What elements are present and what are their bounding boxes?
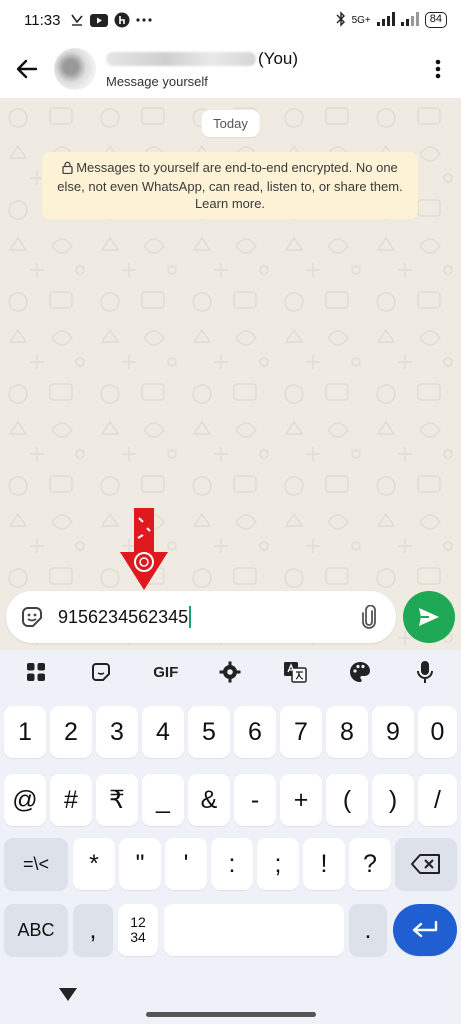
lock-icon [62,161,73,178]
enter-key[interactable] [393,904,457,956]
youtube-icon [90,13,109,27]
translate-button[interactable] [273,654,317,690]
sticker-icon [22,607,42,627]
gif-button[interactable]: GIF [144,654,188,690]
paperclip-icon [362,605,376,629]
hide-keyboard-button[interactable] [58,986,78,1007]
annotation-arrow-down-icon [120,508,168,590]
backspace-key[interactable] [395,838,457,890]
key-plus[interactable]: + [280,774,322,826]
symbols-shift-key[interactable]: =\< [4,838,68,890]
backspace-icon [411,854,440,874]
sticker-keyboard-button[interactable] [79,654,123,690]
sticker-button[interactable] [18,603,46,631]
status-right-icons: 5G+ 84 [336,10,447,30]
apps-grid-button[interactable] [14,654,58,690]
grid-icon [27,663,46,681]
network-label: 5G+ [351,14,371,26]
key-single-quote[interactable]: ' [165,838,207,890]
space-key[interactable] [164,904,344,956]
sticker-icon [92,663,111,681]
key-open-paren[interactable]: ( [326,774,368,826]
send-icon [419,608,439,626]
key-exclamation[interactable]: ! [303,838,345,890]
key-4[interactable]: 4 [142,706,184,758]
key-ampersand[interactable]: & [188,774,230,826]
key-rupee[interactable]: ₹ [96,774,138,826]
key-1[interactable]: 1 [4,706,46,758]
missed-call-icon [70,13,84,27]
encryption-notice[interactable]: Messages to yourself are end-to-end encr… [42,152,418,219]
theme-button[interactable] [338,654,382,690]
message-input[interactable]: 9156234562345 [58,606,354,628]
contact-name: (You) [106,49,415,69]
period-key[interactable]: . [349,904,387,956]
avatar[interactable] [54,48,96,90]
contact-info[interactable]: (You) Message yourself [106,49,415,89]
numpad-key[interactable]: 12 34 [118,904,158,956]
translate-icon [284,662,307,683]
key-8[interactable]: 8 [326,706,368,758]
key-semicolon[interactable]: ; [257,838,299,890]
key-6[interactable]: 6 [234,706,276,758]
key-5[interactable]: 5 [188,706,230,758]
chat-area[interactable]: Today Messages to yourself are end-to-en… [0,98,461,650]
settings-button[interactable] [208,654,252,690]
signal-icon-2 [400,11,419,29]
key-9[interactable]: 9 [372,706,414,758]
comma-key[interactable]: , [73,904,113,956]
abc-key[interactable]: ABC [4,904,68,956]
navigation-bar [0,970,461,1024]
status-time: 11:33 [24,11,61,29]
key-at[interactable]: @ [4,774,46,826]
key-colon[interactable]: : [211,838,253,890]
key-close-paren[interactable]: ) [372,774,414,826]
key-7[interactable]: 7 [280,706,322,758]
app-notification-icon [114,12,130,28]
chat-header: (You) Message yourself [0,40,461,98]
date-chip: Today [201,110,260,137]
voice-input-button[interactable] [403,654,447,690]
more-notifications-icon [136,17,153,23]
text-cursor [189,606,192,628]
encryption-notice-text: Messages to yourself are end-to-end encr… [57,160,403,211]
back-button[interactable] [0,40,54,98]
microphone-icon [416,661,433,683]
more-options-button[interactable] [415,40,461,98]
key-hash[interactable]: # [50,774,92,826]
key-3[interactable]: 3 [96,706,138,758]
keyboard-toolbar: GIF [0,650,461,694]
message-composer: 9156234562345 [6,591,396,643]
key-2[interactable]: 2 [50,706,92,758]
contact-subtitle: Message yourself [106,74,208,89]
home-indicator[interactable] [146,1012,316,1017]
attach-button[interactable] [354,605,384,629]
battery-indicator: 84 [424,12,447,28]
arrow-left-icon [16,59,38,79]
enter-icon [412,921,438,938]
key-0[interactable]: 0 [418,706,457,758]
status-bar: 11:33 5G+ 84 [0,0,461,40]
message-input-value: 9156234562345 [58,606,189,627]
key-minus[interactable]: - [234,774,276,826]
palette-icon [349,662,370,682]
numpad-key-top: 12 [130,914,146,930]
key-slash[interactable]: / [418,774,457,826]
bluetooth-icon [336,10,346,30]
key-double-quote[interactable]: " [119,838,161,890]
blurred-name [106,52,256,66]
contact-you-label: (You) [258,49,299,68]
numpad-key-bottom: 34 [130,929,146,945]
keyboard: GIF 1 2 3 4 5 6 7 8 9 0 @ # ₹ _ & - + ( … [0,650,461,1024]
key-question[interactable]: ? [349,838,391,890]
more-vert-icon [435,59,441,79]
signal-icon [376,11,395,29]
key-asterisk[interactable]: * [73,838,115,890]
send-button[interactable] [403,591,455,643]
key-underscore[interactable]: _ [142,774,184,826]
gear-icon [219,661,241,683]
chevron-down-icon [59,988,77,1001]
